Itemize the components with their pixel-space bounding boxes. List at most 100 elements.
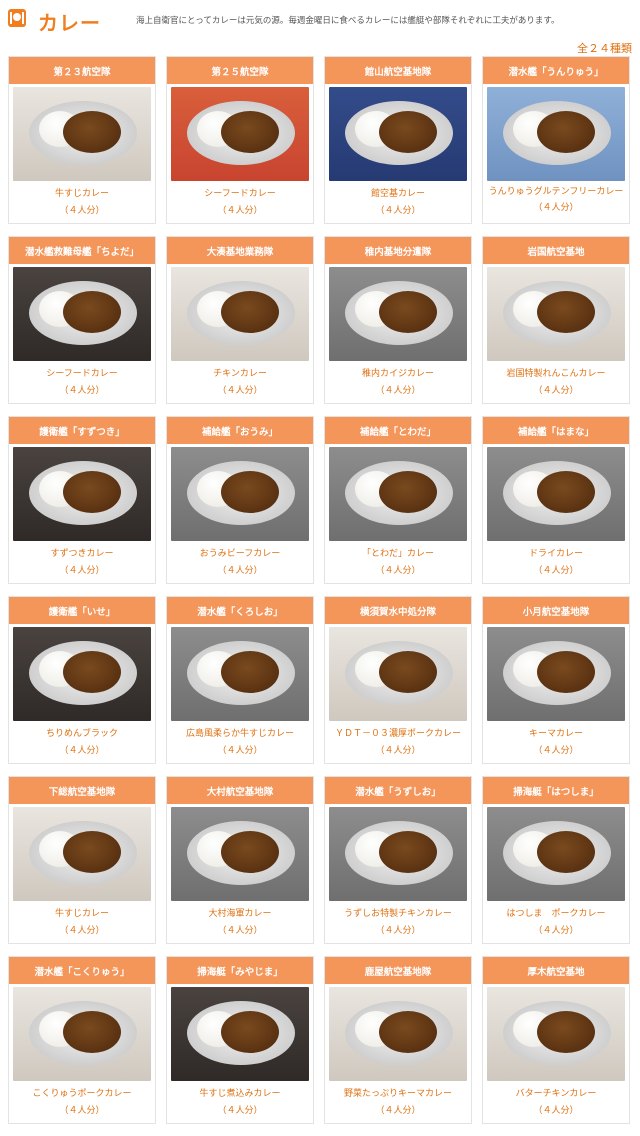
recipe-card[interactable]: 鹿屋航空基地隊 野菜たっぷりキーマカレー （４人分） — [324, 956, 472, 1124]
card-unit: 掃海艇「みやじま」 — [167, 957, 313, 984]
recipe-card[interactable]: 下総航空基地隊 牛すじカレー （４人分） — [8, 776, 156, 944]
dish-name[interactable]: こくりゅうポークカレー — [9, 1088, 155, 1101]
card-unit: 小月航空基地隊 — [483, 597, 629, 624]
dish-name[interactable]: うずしお特製チキンカレー — [325, 908, 471, 921]
card-unit: 潜水艦「くろしお」 — [167, 597, 313, 624]
recipe-card[interactable]: 潜水艦救難母艦「ちよだ」 シーフードカレー （４人分） — [8, 236, 156, 404]
dish-name[interactable]: 館空基カレー — [325, 188, 471, 201]
dish-name[interactable]: 野菜たっぷりキーマカレー — [325, 1088, 471, 1101]
plate-icon — [8, 9, 26, 27]
recipe-card[interactable]: 稚内基地分遣隊 稚内カイジカレー （４人分） — [324, 236, 472, 404]
dish-name[interactable]: 岩国特製れんこんカレー — [483, 368, 629, 381]
recipe-card[interactable]: 横須賀水中処分隊 ＹＤＴ－０３濃厚ポークカレー （４人分） — [324, 596, 472, 764]
card-unit: 第２３航空隊 — [9, 57, 155, 84]
recipe-card[interactable]: 大村航空基地隊 大村海軍カレー （４人分） — [166, 776, 314, 944]
dish-name[interactable]: シーフードカレー — [9, 368, 155, 381]
food-photo[interactable] — [13, 627, 151, 721]
item-count: 全２４種類 — [577, 42, 632, 55]
food-photo[interactable] — [13, 447, 151, 541]
food-photo[interactable] — [13, 987, 151, 1081]
serving-size: （４人分） — [217, 566, 263, 576]
page-title: カレー — [38, 11, 101, 35]
recipe-card[interactable]: 第２５航空隊 シーフードカレー （４人分） — [166, 56, 314, 224]
food-photo[interactable] — [171, 987, 309, 1081]
dish-name[interactable]: 大村海軍カレー — [167, 908, 313, 921]
dish-name[interactable]: 牛すじ煮込みカレー — [167, 1088, 313, 1101]
food-photo[interactable] — [487, 87, 625, 181]
recipe-grid: 第２３航空隊 牛すじカレー （４人分） 第２５航空隊 シーフードカレー （４人分… — [8, 56, 632, 1124]
food-photo[interactable] — [329, 627, 467, 721]
food-photo[interactable] — [329, 87, 467, 181]
dish-name[interactable]: 稚内カイジカレー — [325, 368, 471, 381]
card-unit: 護衛艦「すずつき」 — [9, 417, 155, 444]
dish-name[interactable]: ＹＤＴ－０３濃厚ポークカレー — [325, 728, 471, 741]
dish-name[interactable]: うんりゅうグルテンフリーカレー — [483, 186, 629, 199]
recipe-card[interactable]: 潜水艦「うんりゅう」 うんりゅうグルテンフリーカレー （４人分） — [482, 56, 630, 224]
serving-size: （４人分） — [217, 746, 263, 756]
food-photo[interactable] — [329, 447, 467, 541]
dish-name[interactable]: おうみビーフカレー — [167, 548, 313, 561]
card-unit: 補給艦「とわだ」 — [325, 417, 471, 444]
serving-size: （４人分） — [59, 926, 105, 936]
dish-name[interactable]: 広島風柔らか牛すじカレー — [167, 728, 313, 741]
food-photo[interactable] — [13, 87, 151, 181]
food-photo[interactable] — [329, 267, 467, 361]
recipe-card[interactable]: 補給艦「おうみ」 おうみビーフカレー （４人分） — [166, 416, 314, 584]
recipe-card[interactable]: 大湊基地業務隊 チキンカレー （４人分） — [166, 236, 314, 404]
food-photo[interactable] — [13, 267, 151, 361]
card-unit: 館山航空基地隊 — [325, 57, 471, 84]
card-unit: 厚木航空基地 — [483, 957, 629, 984]
recipe-card[interactable]: 補給艦「とわだ」 「とわだ」カレー （４人分） — [324, 416, 472, 584]
recipe-card[interactable]: 厚木航空基地 バターチキンカレー （４人分） — [482, 956, 630, 1124]
recipe-card[interactable]: 護衛艦「いせ」 ちりめんブラック （４人分） — [8, 596, 156, 764]
card-unit: 岩国航空基地 — [483, 237, 629, 264]
serving-size: （４人分） — [217, 926, 263, 936]
food-photo[interactable] — [171, 627, 309, 721]
dish-name[interactable]: シーフードカレー — [167, 188, 313, 201]
dish-name[interactable]: 牛すじカレー — [9, 188, 155, 201]
food-photo[interactable] — [487, 267, 625, 361]
food-photo[interactable] — [487, 987, 625, 1081]
food-photo[interactable] — [171, 447, 309, 541]
card-unit: 補給艦「はまな」 — [483, 417, 629, 444]
food-photo[interactable] — [487, 447, 625, 541]
card-unit: 稚内基地分遣隊 — [325, 237, 471, 264]
dish-name[interactable]: ちりめんブラック — [9, 728, 155, 741]
recipe-card[interactable]: 岩国航空基地 岩国特製れんこんカレー （４人分） — [482, 236, 630, 404]
food-photo[interactable] — [329, 807, 467, 901]
recipe-card[interactable]: 潜水艦「うずしお」 うずしお特製チキンカレー （４人分） — [324, 776, 472, 944]
food-photo[interactable] — [329, 987, 467, 1081]
card-unit: 潜水艦救難母艦「ちよだ」 — [9, 237, 155, 264]
serving-size: （４人分） — [375, 746, 421, 756]
food-photo[interactable] — [171, 267, 309, 361]
food-photo[interactable] — [487, 627, 625, 721]
page-header: カレー 海上自衛官にとってカレーは元気の源。毎週金曜日に食べるカレーには艦艇や部… — [0, 0, 640, 35]
recipe-card[interactable]: 掃海艇「みやじま」 牛すじ煮込みカレー （４人分） — [166, 956, 314, 1124]
card-unit: 下総航空基地隊 — [9, 777, 155, 804]
recipe-card[interactable]: 護衛艦「すずつき」 すずつきカレー （４人分） — [8, 416, 156, 584]
serving-size: （４人分） — [533, 566, 579, 576]
recipe-card[interactable]: 小月航空基地隊 キーマカレー （４人分） — [482, 596, 630, 764]
serving-size: （４人分） — [533, 386, 579, 396]
food-photo[interactable] — [171, 87, 309, 181]
recipe-card[interactable]: 潜水艦「こくりゅう」 こくりゅうポークカレー （４人分） — [8, 956, 156, 1124]
food-photo[interactable] — [171, 807, 309, 901]
recipe-card[interactable]: 補給艦「はまな」 ドライカレー （４人分） — [482, 416, 630, 584]
dish-name[interactable]: バターチキンカレー — [483, 1088, 629, 1101]
recipe-card[interactable]: 館山航空基地隊 館空基カレー （４人分） — [324, 56, 472, 224]
recipe-card[interactable]: 第２３航空隊 牛すじカレー （４人分） — [8, 56, 156, 224]
dish-name[interactable]: すずつきカレー — [9, 548, 155, 561]
dish-name[interactable]: チキンカレー — [167, 368, 313, 381]
serving-size: （４人分） — [533, 203, 579, 213]
card-unit: 潜水艦「こくりゅう」 — [9, 957, 155, 984]
food-photo[interactable] — [487, 807, 625, 901]
dish-name[interactable]: はつしま ポークカレー — [483, 908, 629, 921]
dish-name[interactable]: ドライカレー — [483, 548, 629, 561]
dish-name[interactable]: キーマカレー — [483, 728, 629, 741]
serving-size: （４人分） — [533, 746, 579, 756]
dish-name[interactable]: 牛すじカレー — [9, 908, 155, 921]
dish-name[interactable]: 「とわだ」カレー — [325, 548, 471, 561]
food-photo[interactable] — [13, 807, 151, 901]
recipe-card[interactable]: 掃海艇「はつしま」 はつしま ポークカレー （４人分） — [482, 776, 630, 944]
recipe-card[interactable]: 潜水艦「くろしお」 広島風柔らか牛すじカレー （４人分） — [166, 596, 314, 764]
